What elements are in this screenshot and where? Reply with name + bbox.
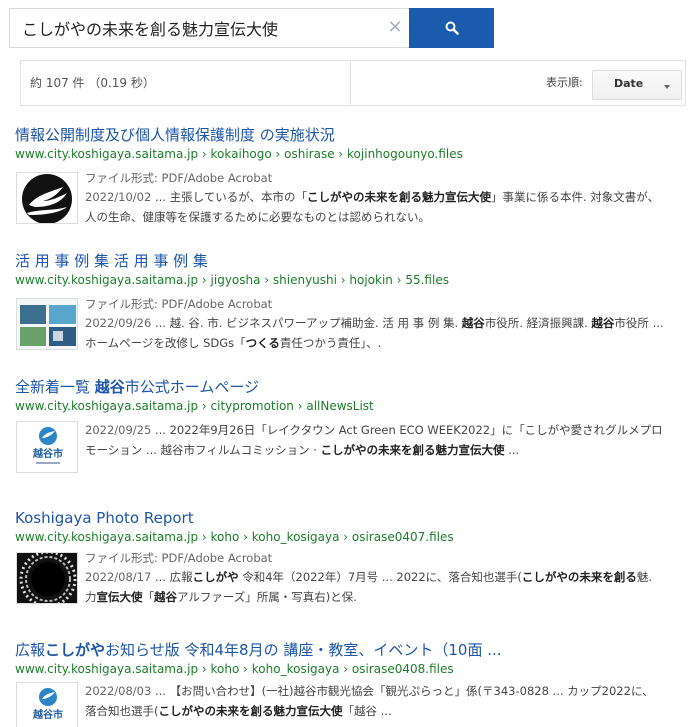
photo-collage-thumbnail[interactable] xyxy=(16,298,78,350)
svg-text:越谷市: 越谷市 xyxy=(32,708,63,721)
result-count: 約 107 件 （0.19 秒） xyxy=(30,76,155,90)
result-title-link[interactable]: 活 用 事 例 集 活 用 事 例 集 xyxy=(15,251,675,271)
file-type: ファイル形式: PDF/Adobe Acrobat xyxy=(85,297,273,311)
chevron-down-icon xyxy=(664,85,670,89)
lace-pattern-thumbnail[interactable] xyxy=(16,552,78,604)
result-snippet: 2022/08/17 ... 広報こしがや 令和4年（2022年）7月号 ...… xyxy=(85,570,652,604)
divider xyxy=(350,61,351,105)
search-result: 広報こしがやお知らせ版 令和4年8月の 講座・教室、イベント（10面 ... w… xyxy=(15,640,675,727)
result-snippet: 2022/10/02 ... 主張しているが、本市の「こしがやの未来を創る魅力宣… xyxy=(85,190,660,224)
search-result: Koshigaya Photo Report www.city.koshigay… xyxy=(15,508,675,604)
svg-text:越谷市: 越谷市 xyxy=(32,447,63,460)
result-snippet: 2022/09/26 ... 越. 谷. 市. ビジネスパワーアップ補助金. 活… xyxy=(85,316,664,350)
result-title-link[interactable]: 広報こしがやお知らせ版 令和4年8月の 講座・教室、イベント（10面 ... xyxy=(15,640,675,660)
result-url: www.city.koshigaya.saitama.jp › jigyosha… xyxy=(15,273,449,287)
search-result: 活 用 事 例 集 活 用 事 例 集 www.city.koshigaya.s… xyxy=(15,251,675,350)
search-button[interactable] xyxy=(409,8,494,48)
result-title-link[interactable]: 情報公開制度及び個人情報保護制度 の実施状況 xyxy=(15,125,675,145)
file-type: ファイル形式: PDF/Adobe Acrobat xyxy=(85,551,273,565)
result-snippet: 2022/08/03 ... 【お問い合わせ】(一社)越谷市観光協会「観光ぷらっ… xyxy=(85,684,654,718)
koshigaya-city-logo-thumbnail[interactable]: 越谷市 xyxy=(16,421,78,473)
search-result: 全新着一覧 越谷市公式ホームページ www.city.koshigaya.sai… xyxy=(15,377,675,473)
sort-label: 表示順: xyxy=(546,76,583,89)
clear-icon[interactable]: × xyxy=(386,18,404,36)
bird-logo-thumbnail[interactable] xyxy=(16,172,78,224)
search-icon xyxy=(445,21,459,35)
koshigaya-city-logo-thumbnail[interactable]: 越谷市 xyxy=(16,682,78,727)
result-url: www.city.koshigaya.saitama.jp › cityprom… xyxy=(15,399,374,413)
results-info-bar: 約 107 件 （0.19 秒） 表示順: Date xyxy=(20,60,686,106)
search-box: × xyxy=(9,8,410,48)
result-snippet: 2022/09/25 ... 2022年9月26日「レイクタウン Act Gre… xyxy=(85,423,663,457)
sort-order-select[interactable]: Date xyxy=(592,70,682,100)
search-input[interactable] xyxy=(10,9,380,47)
search-result: 情報公開制度及び個人情報保護制度 の実施状況 www.city.koshigay… xyxy=(15,125,675,224)
result-url: www.city.koshigaya.saitama.jp › koho › k… xyxy=(15,530,454,544)
result-url: www.city.koshigaya.saitama.jp › kokaihog… xyxy=(15,147,463,161)
sort-value: Date xyxy=(614,77,644,90)
result-title-link[interactable]: 全新着一覧 越谷市公式ホームページ xyxy=(15,377,675,397)
result-url: www.city.koshigaya.saitama.jp › koho › k… xyxy=(15,662,454,676)
file-type: ファイル形式: PDF/Adobe Acrobat xyxy=(85,171,273,185)
result-title-link[interactable]: Koshigaya Photo Report xyxy=(15,508,675,528)
